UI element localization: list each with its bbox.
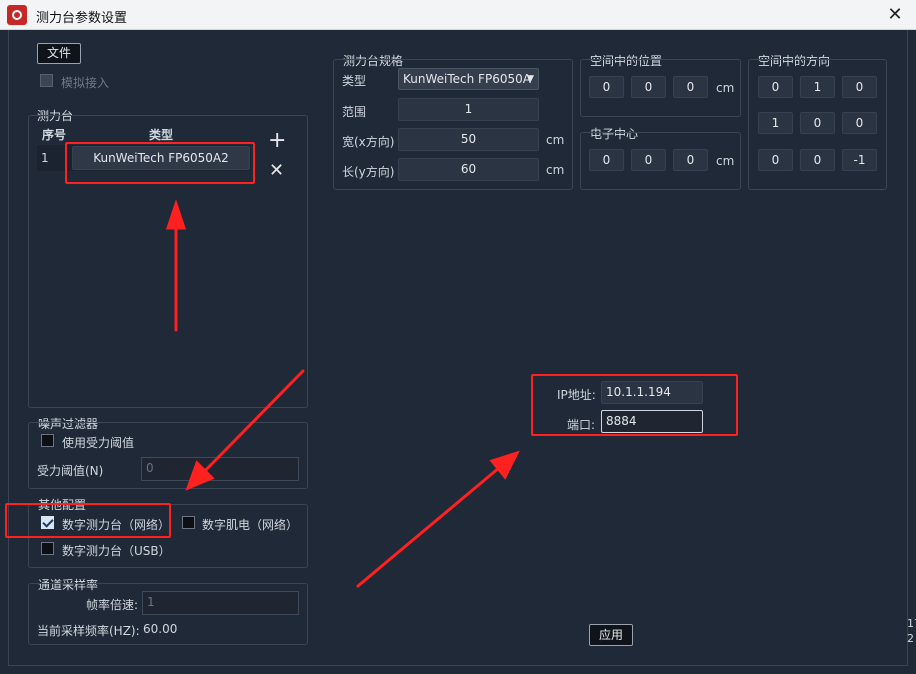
arrow-right-line (356, 460, 508, 588)
annotation-arrows (165, 199, 520, 588)
arrow-left-line (196, 369, 305, 480)
arrow-right-head (489, 450, 520, 480)
arrow-up-head (165, 199, 187, 230)
